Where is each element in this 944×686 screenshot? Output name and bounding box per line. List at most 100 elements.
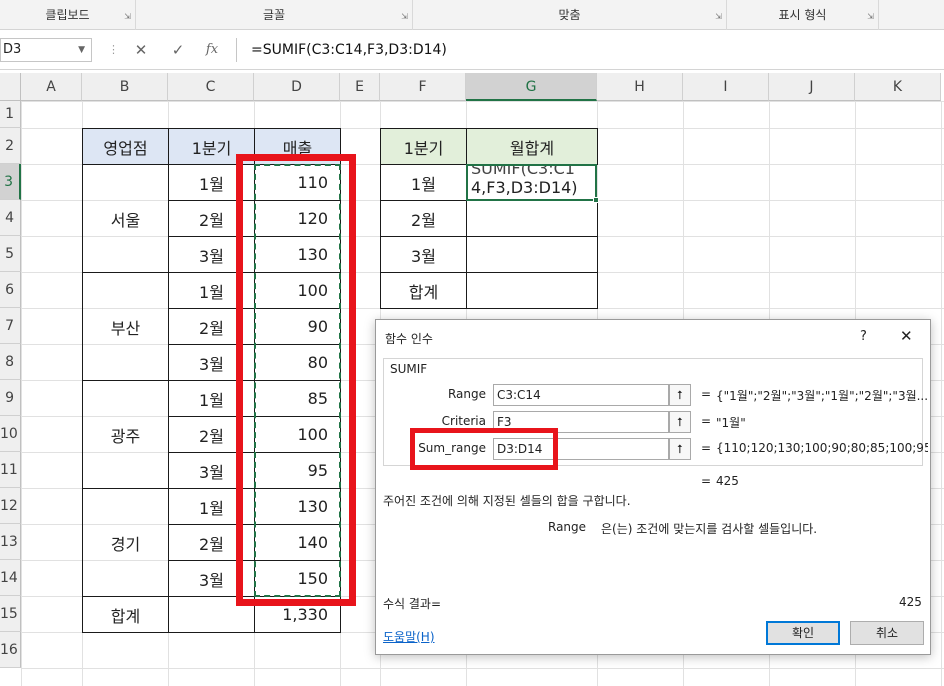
dialog-launcher-icon[interactable]: ⇲ bbox=[123, 12, 132, 21]
name-box-value: D3 bbox=[3, 42, 22, 57]
sum-range-highlight bbox=[410, 428, 558, 470]
ribbon-group-number[interactable]: 표시 형식 ⇲ bbox=[727, 0, 879, 30]
table2-header-quarter[interactable]: 1분기 bbox=[380, 128, 467, 165]
row-header-3[interactable]: 3 bbox=[0, 164, 21, 200]
arg-eq: = bbox=[701, 441, 712, 455]
ribbon-group-label: 맞춤 bbox=[558, 8, 581, 22]
dialog-title: 함수 인수 bbox=[385, 332, 433, 346]
arg-label-criteria: Criteria bbox=[441, 414, 486, 428]
column-header-e[interactable]: E bbox=[340, 73, 380, 101]
table2-sum-cell[interactable] bbox=[466, 200, 598, 237]
column-header-k[interactable]: K bbox=[855, 73, 941, 101]
row-header-14[interactable]: 14 bbox=[0, 560, 21, 596]
row-header-4[interactable]: 4 bbox=[0, 200, 21, 236]
help-link[interactable]: 도움말(H) bbox=[383, 628, 435, 645]
column-header-b[interactable]: B bbox=[82, 73, 168, 101]
table2-header-monthly-sum[interactable]: 월합계 bbox=[466, 128, 598, 165]
arg-result-range: {"1월";"2월";"3월";"1월";"2월";"3월... bbox=[716, 389, 928, 403]
chevron-down-icon[interactable]: ▼ bbox=[78, 39, 85, 61]
ribbon: 클립보드 ⇲ 글꼴 ⇲ 맞춤 ⇲ 표시 형식 ⇲ bbox=[0, 0, 944, 30]
ribbon-group-label: 표시 형식 bbox=[778, 8, 827, 22]
sum-range-red-highlight bbox=[236, 154, 356, 606]
row-header-7[interactable]: 7 bbox=[0, 308, 21, 344]
formula-result-label: 수식 결과= bbox=[383, 597, 442, 611]
range-input[interactable]: C3:C14 bbox=[493, 384, 669, 406]
result-eq: = bbox=[701, 474, 712, 488]
close-icon[interactable]: ✕ bbox=[900, 327, 913, 345]
table2-label-cell[interactable]: 3월 bbox=[380, 236, 467, 273]
row-header-8[interactable]: 8 bbox=[0, 344, 21, 380]
fill-handle[interactable] bbox=[593, 197, 599, 203]
cancel-button[interactable]: 취소 bbox=[850, 621, 924, 645]
row-header-5[interactable]: 5 bbox=[0, 236, 21, 272]
gridline bbox=[21, 668, 944, 669]
name-box[interactable]: D3 ▼ bbox=[0, 38, 92, 62]
arg-result-criteria: "1월" bbox=[716, 416, 746, 430]
g3-formula-line1: SUMIF(C3:C1 bbox=[471, 164, 575, 178]
gridline bbox=[21, 101, 944, 102]
column-header-f[interactable]: F bbox=[380, 73, 466, 101]
collapse-dialog-icon[interactable]: ⭡ bbox=[669, 384, 691, 406]
arg-help-name: Range bbox=[548, 520, 587, 534]
ribbon-group-clipboard[interactable]: 클립보드 ⇲ bbox=[0, 0, 136, 30]
ribbon-group-font[interactable]: 글꼴 ⇲ bbox=[136, 0, 413, 30]
column-header-c[interactable]: C bbox=[168, 73, 254, 101]
column-header-i[interactable]: I bbox=[683, 73, 769, 101]
enter-check-icon[interactable]: ✓ bbox=[164, 38, 192, 62]
table2-sum-cell[interactable] bbox=[466, 272, 598, 309]
grip-icon: ⋮ bbox=[108, 43, 119, 56]
formula-input[interactable]: =SUMIF(C3:C14,F3,D3:D14) bbox=[236, 38, 944, 62]
select-all-corner[interactable] bbox=[0, 73, 21, 101]
branch-cell[interactable]: 부산 bbox=[82, 272, 169, 381]
branch-cell[interactable]: 서울 bbox=[82, 164, 169, 273]
function-description: 주어진 조건에 의해 지정된 셀들의 합을 구합니다. bbox=[383, 494, 631, 508]
branch-cell[interactable]: 광주 bbox=[82, 380, 169, 489]
column-header-a[interactable]: A bbox=[21, 73, 82, 101]
dialog-launcher-icon[interactable]: ⇲ bbox=[866, 12, 875, 21]
column-header-j[interactable]: J bbox=[769, 73, 855, 101]
function-name: SUMIF bbox=[388, 362, 430, 376]
arg-eq: = bbox=[701, 387, 712, 401]
table2-label-cell[interactable]: 2월 bbox=[380, 200, 467, 237]
table2-label-cell[interactable]: 합계 bbox=[380, 272, 467, 309]
active-cell-g3[interactable]: SUMIF(C3:C1 4,F3,D3:D14) bbox=[466, 164, 597, 201]
row-header-15[interactable]: 15 bbox=[0, 596, 21, 632]
branch-cell[interactable]: 경기 bbox=[82, 488, 169, 597]
column-header-h[interactable]: H bbox=[597, 73, 683, 101]
row-header-1[interactable]: 1 bbox=[0, 101, 21, 128]
collapse-dialog-icon[interactable]: ⭡ bbox=[669, 411, 691, 433]
g3-formula-line2: 4,F3,D3:D14) bbox=[471, 178, 578, 197]
table-header-branch[interactable]: 영업점 bbox=[82, 128, 169, 165]
column-header-g[interactable]: G bbox=[466, 73, 597, 101]
total-label-cell[interactable]: 합계 bbox=[82, 596, 169, 633]
row-header-11[interactable]: 11 bbox=[0, 452, 21, 488]
row-header-9[interactable]: 9 bbox=[0, 380, 21, 416]
arg-label-range: Range bbox=[447, 387, 486, 401]
insert-function-icon[interactable]: fx bbox=[198, 38, 226, 62]
row-header-13[interactable]: 13 bbox=[0, 524, 21, 560]
gridline bbox=[21, 101, 22, 686]
ribbon-group-label: 글꼴 bbox=[262, 8, 286, 22]
collapse-dialog-icon[interactable]: ⭡ bbox=[669, 438, 691, 460]
help-icon[interactable]: ? bbox=[860, 329, 867, 344]
row-header-16[interactable]: 16 bbox=[0, 632, 21, 668]
arg-result-sum-range: {110;120;130;100;90;80;85;100;95... bbox=[716, 441, 928, 455]
column-header-d[interactable]: D bbox=[254, 73, 340, 101]
function-arguments-dialog: 함수 인수 ? ✕ SUMIF Range C3:C14 ⭡ = {"1월";"… bbox=[375, 319, 931, 655]
dialog-launcher-icon[interactable]: ⇲ bbox=[714, 12, 723, 21]
dialog-launcher-icon[interactable]: ⇲ bbox=[400, 12, 409, 21]
cancel-icon[interactable]: ✕ bbox=[127, 38, 155, 62]
arg-help-text: 은(는) 조건에 맞는지를 검사할 셀들입니다. bbox=[601, 522, 818, 536]
ribbon-group-alignment[interactable]: 맞춤 ⇲ bbox=[413, 0, 727, 30]
table2-label-cell[interactable]: 1월 bbox=[380, 164, 467, 201]
row-header-6[interactable]: 6 bbox=[0, 272, 21, 308]
formula-bar: D3 ▼ ⋮ ✕ ✓ fx =SUMIF(C3:C14,F3,D3:D14) bbox=[0, 30, 944, 70]
ribbon-group-label: 클립보드 bbox=[45, 8, 90, 22]
arg-eq: = bbox=[701, 414, 712, 428]
ok-button[interactable]: 확인 bbox=[766, 621, 840, 645]
row-header-12[interactable]: 12 bbox=[0, 488, 21, 524]
table2-sum-cell[interactable] bbox=[466, 236, 598, 273]
gridline bbox=[941, 101, 942, 686]
row-header-10[interactable]: 10 bbox=[0, 416, 21, 452]
row-header-2[interactable]: 2 bbox=[0, 128, 21, 164]
